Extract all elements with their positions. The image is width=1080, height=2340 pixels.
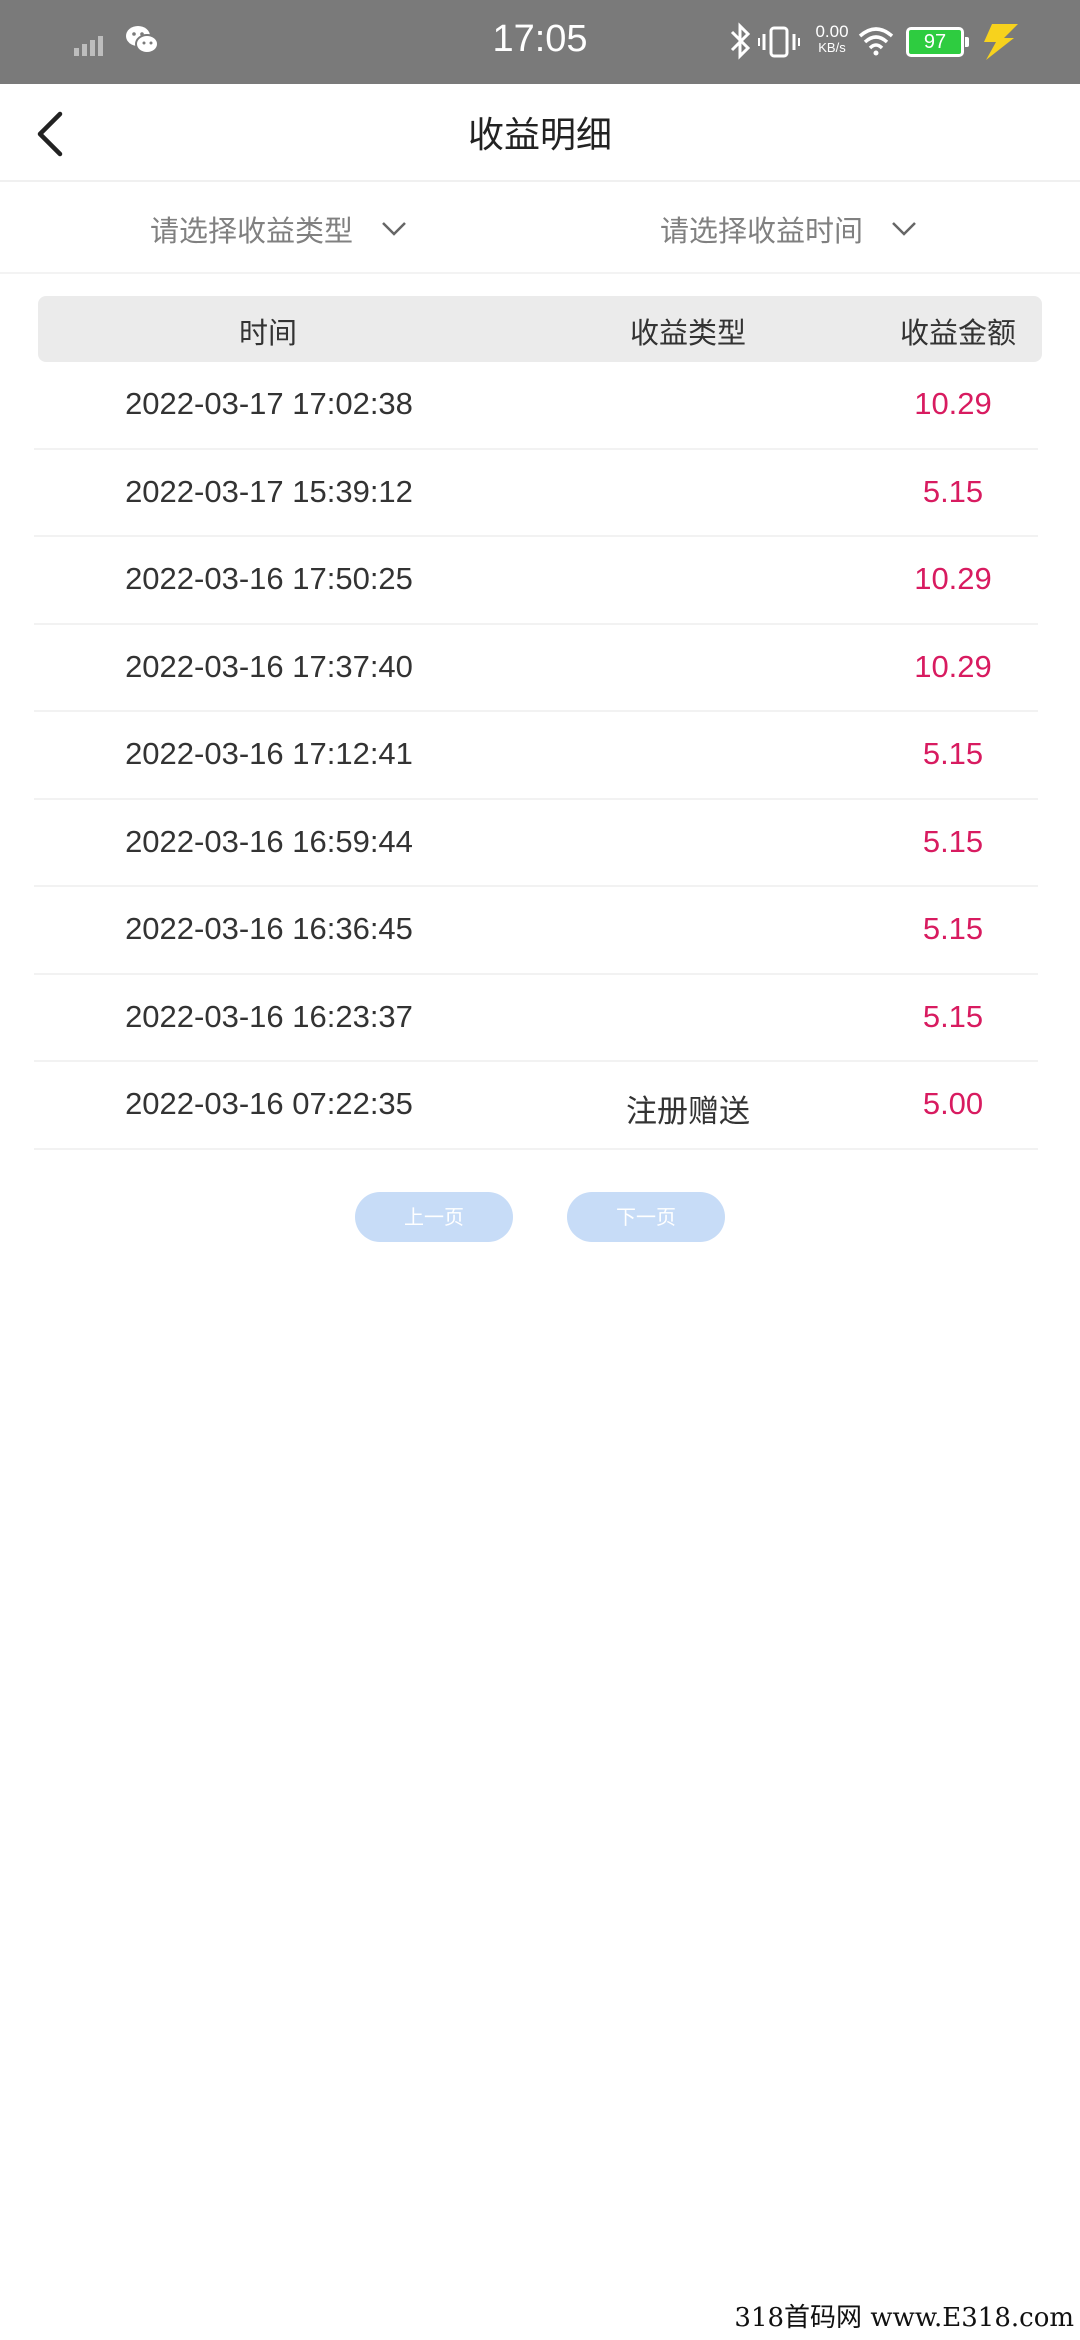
row-amount: 5.15 (922, 998, 984, 1034)
row-amount: 5.15 (922, 736, 984, 771)
pagination: 上一页 下一页 (0, 1192, 1080, 1242)
nav-bar: 收益明细 (0, 84, 1080, 182)
table-row: 2022-03-16 16:59:44 5.15 (34, 800, 1038, 887)
table-row: 2022-03-16 16:23:37 5.15 (34, 975, 1038, 1062)
row-amount: 10.29 (914, 386, 992, 421)
row-amount: 5.15 (922, 911, 984, 946)
battery-icon: 97 (906, 27, 969, 57)
income-time-placeholder: 请选择收益时间 (660, 214, 864, 248)
income-time-dropdown[interactable]: 请选择收益时间 (660, 208, 917, 250)
column-header-time: 时间 (238, 316, 297, 350)
page-title: 收益明细 (467, 115, 612, 156)
row-time: 2022-03-16 17:50:25 (125, 561, 413, 596)
net-speed-value: 0.00 (815, 22, 849, 41)
row-amount: 5.15 (922, 473, 984, 509)
income-type-dropdown[interactable]: 请选择收益类型 (150, 208, 407, 250)
wifi-icon (858, 27, 894, 56)
row-time: 2022-03-16 16:36:45 (125, 911, 413, 946)
next-page-button[interactable]: 下一页 (567, 1192, 725, 1242)
row-time: 2022-03-16 07:22:35 (125, 1086, 413, 1121)
table-header: 时间 收益类型 收益金额 (38, 296, 1042, 362)
charging-icon (984, 24, 1018, 60)
row-time: 2022-03-17 17:02:38 (125, 386, 413, 421)
row-time: 2022-03-16 16:59:44 (125, 823, 413, 859)
row-amount: 5.00 (922, 1086, 984, 1121)
chevron-down-icon (892, 222, 916, 236)
table-row: 2022-03-16 16:36:45 5.15 (34, 887, 1038, 975)
bluetooth-icon (730, 22, 751, 60)
row-amount: 10.29 (914, 648, 992, 684)
table-row: 2022-03-16 17:37:40 10.29 (34, 625, 1038, 712)
row-amount: 5.15 (922, 823, 984, 859)
table-row: 2022-03-16 17:50:25 10.29 (34, 537, 1038, 625)
filter-bar: 请选择收益类型 请选择收益时间 (0, 184, 1080, 274)
net-speed-unit: KB/s (818, 40, 846, 55)
row-time: 2022-03-16 17:12:41 (125, 736, 413, 771)
row-time: 2022-03-17 15:39:12 (125, 473, 413, 509)
row-time: 2022-03-16 16:23:37 (125, 998, 413, 1034)
row-time: 2022-03-16 17:37:40 (125, 648, 413, 684)
income-type-placeholder: 请选择收益类型 (150, 214, 354, 248)
vibrate-icon (758, 26, 800, 58)
table-row: 2022-03-16 17:12:41 5.15 (34, 712, 1038, 800)
net-speed: 0.00 KB/s (804, 22, 860, 56)
status-bar: 17:05 0.00 KB/s 97 (0, 0, 1080, 84)
watermark: 318首码网 www.E318.com (734, 2303, 1074, 2333)
table-row: 2022-03-17 17:02:38 10.29 (34, 362, 1038, 450)
row-amount: 10.29 (914, 561, 992, 596)
column-header-type: 收益类型 (629, 316, 746, 350)
table-row: 2022-03-16 07:22:35 注册赠送 5.00 (34, 1062, 1038, 1150)
chevron-down-icon (382, 222, 406, 236)
column-header-amount: 收益金额 (899, 316, 1016, 350)
income-table: 2022-03-17 17:02:38 10.29 2022-03-17 15:… (34, 362, 1038, 1150)
table-row: 2022-03-17 15:39:12 5.15 (34, 450, 1038, 537)
prev-page-button[interactable]: 上一页 (355, 1192, 513, 1242)
